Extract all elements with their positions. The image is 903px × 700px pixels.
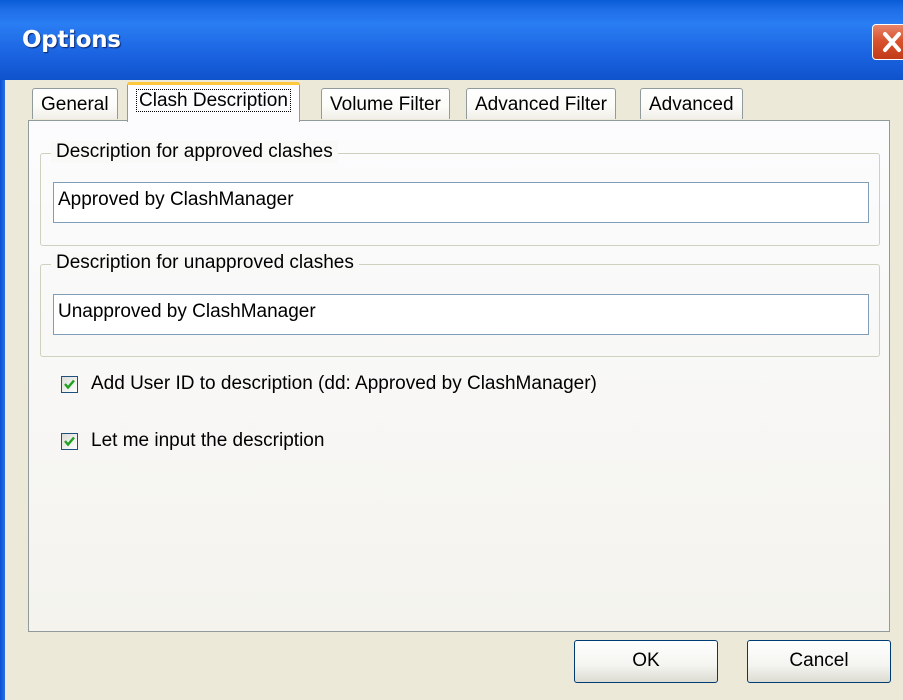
window-title: Options (22, 27, 121, 53)
tab-page-clash-description: Description for approved clashes Approve… (28, 120, 890, 632)
tab-label: Advanced (649, 94, 734, 115)
tab-advanced[interactable]: Advanced (640, 88, 743, 119)
tab-advanced-filter[interactable]: Advanced Filter (466, 88, 617, 119)
tab-label: Clash Description (136, 89, 291, 112)
checkmark-icon (64, 436, 75, 447)
let-me-input-checkbox[interactable] (61, 433, 78, 450)
tab-general[interactable]: General (32, 88, 118, 119)
options-dialog: Options General Clash Description Volume… (0, 0, 903, 700)
unapproved-description-group: Description for unapproved clashes Unapp… (40, 252, 880, 357)
title-bar[interactable]: Options (0, 0, 903, 80)
tab-clash-description[interactable]: Clash Description (127, 82, 300, 122)
add-user-id-label: Add User ID to description (dd: Approved… (91, 373, 597, 394)
tab-label: General (41, 94, 109, 115)
ok-button[interactable]: OK (574, 640, 718, 683)
unapproved-description-input[interactable]: Unapproved by ClashManager (53, 294, 869, 335)
close-button[interactable] (872, 24, 903, 60)
tab-label: Advanced Filter (475, 94, 608, 115)
cancel-button[interactable]: Cancel (747, 640, 891, 683)
unapproved-group-label: Description for unapproved clashes (51, 252, 359, 274)
tab-volume-filter[interactable]: Volume Filter (321, 88, 450, 119)
checkmark-icon (64, 379, 75, 390)
add-user-id-checkbox[interactable] (61, 376, 78, 393)
let-me-input-label: Let me input the description (91, 430, 325, 451)
approved-description-group: Description for approved clashes Approve… (40, 141, 880, 246)
approved-group-label: Description for approved clashes (51, 141, 338, 163)
approved-description-input[interactable]: Approved by ClashManager (53, 182, 869, 223)
tab-label: Volume Filter (330, 94, 441, 115)
